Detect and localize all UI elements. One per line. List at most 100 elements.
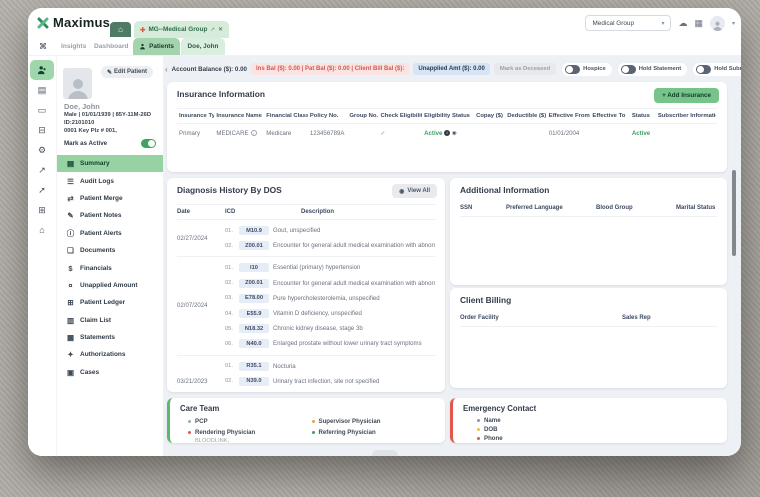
rail-facility-icon[interactable]: ⌂	[30, 220, 54, 240]
claim-list-icon: ▥	[66, 316, 75, 325]
code-index: 05.	[225, 326, 235, 332]
external-link-icon[interactable]: ↗	[210, 27, 215, 33]
command-menu-icon[interactable]: ⌘	[39, 42, 47, 51]
org-select[interactable]: Medical Group ▾	[585, 15, 671, 31]
info-icon[interactable]: i	[251, 130, 257, 136]
tab-patients[interactable]: Patients	[133, 38, 180, 55]
eligibility-status-text: Active	[424, 130, 442, 137]
patient-avatar	[63, 68, 92, 99]
rail-apps-icon[interactable]: ⊞	[30, 200, 54, 220]
sidebar-item-label: Audit Logs	[80, 178, 114, 185]
close-tab-icon[interactable]: ✕	[218, 26, 223, 33]
sidebar-item-label: Statements	[80, 334, 115, 341]
tab-patient-doe-john[interactable]: Doe, John	[181, 38, 225, 55]
sidebar-item-patient-ledger[interactable]: ⊞Patient Ledger	[57, 294, 163, 311]
rail-referrals-icon[interactable]: ➚	[30, 180, 54, 200]
icd-chip[interactable]: Z00.01	[239, 279, 269, 288]
add-insurance-button[interactable]: + Add Insurance	[654, 88, 719, 103]
grid-icon: ⊞	[38, 205, 46, 216]
col-preferred-language: Preferred Language	[506, 205, 596, 211]
nav-row: ⌘ Insights Dashboard Patients Doe, John	[28, 38, 741, 56]
bullet-icon	[477, 419, 480, 422]
rail-archive-icon[interactable]: ⊟	[30, 120, 54, 140]
insurance-header-row: Insurance Type Insurance Name Financial …	[177, 109, 717, 124]
sidebar-item-unapplied-amount[interactable]: ¤Unapplied Amount	[57, 277, 163, 294]
code-row: 03.R79.89Other specified abnormal findin…	[225, 389, 435, 392]
vertical-scrollbar[interactable]	[732, 170, 736, 256]
building-icon: ⌂	[39, 225, 44, 235]
icd-chip[interactable]: E55.9	[239, 309, 269, 318]
sidebar-item-cases[interactable]: ▣Cases	[57, 364, 163, 381]
patient-demographics: Male | 01/01/1939 | 85Y-11M-26D ID:21010…	[64, 112, 160, 127]
diagnosis-group[interactable]: 02/27/2024 01.M10.9Gout, unspecified 02.…	[177, 220, 435, 257]
tab-patients-label: Patients	[149, 43, 174, 50]
icd-chip[interactable]: N39.0	[239, 377, 269, 386]
code-row: 01.M10.9Gout, unspecified	[225, 223, 435, 238]
avatar-caret-icon[interactable]: ▾	[732, 20, 735, 27]
sidebar-item-documents[interactable]: ❏Documents	[57, 242, 163, 259]
cell-financial-class: Medicare	[264, 124, 308, 144]
edit-patient-button[interactable]: ✎ Edit Patient	[101, 66, 153, 78]
code-list: 01.I10Essential (primary) hypertension 0…	[225, 260, 435, 351]
home-tab-button[interactable]: ⌂	[110, 22, 131, 37]
rail-analytics-icon[interactable]: ↗	[30, 160, 54, 180]
code-index: 02.	[225, 243, 235, 249]
hold-submission-toggle[interactable]	[696, 65, 711, 74]
hospice-toggle[interactable]	[565, 65, 580, 74]
additional-info-columns: SSN Preferred Language Blood Group Marit…	[460, 205, 717, 217]
icd-chip[interactable]: M10.9	[239, 226, 269, 235]
icd-chip[interactable]: N18.32	[239, 324, 269, 333]
diagnosis-group[interactable]: 02/07/2024 01.I10Essential (primary) hyp…	[177, 257, 435, 355]
sidebar-item-summary[interactable]: ▤Summary	[57, 155, 163, 172]
icd-chip[interactable]: R35.1	[239, 362, 269, 371]
sidebar-item-financials[interactable]: $Financials	[57, 259, 163, 276]
icd-chip[interactable]: I10	[239, 263, 269, 272]
col-ssn: SSN	[460, 205, 506, 211]
code-row: 06.N40.0Enlarged prostate without lower …	[225, 336, 435, 351]
nav-insights[interactable]: Insights	[61, 43, 86, 50]
cell-policy-no: 123456789A	[308, 124, 347, 144]
col-blood-group: Blood Group	[596, 205, 676, 211]
insurance-row[interactable]: Primary MEDICAREi Medicare 123456789A ✓ …	[177, 124, 717, 144]
mark-active-label: Mark as Active	[64, 140, 107, 147]
additional-info-title: Additional Information	[460, 185, 717, 195]
icd-description: Enlarged prostate without lower urinary …	[273, 340, 435, 347]
cloud-icon[interactable]: ☁	[678, 18, 687, 29]
audit-logs-icon: ☰	[66, 177, 75, 186]
icd-chip[interactable]: E78.00	[239, 294, 269, 303]
col-date: Date	[177, 209, 225, 215]
mark-active-toggle[interactable]	[141, 139, 156, 148]
sidebar-item-claim-list[interactable]: ▥Claim List	[57, 312, 163, 329]
hold-statement-toggle[interactable]	[621, 65, 636, 74]
nav-dashboard[interactable]: Dashboard	[94, 43, 128, 50]
user-avatar[interactable]	[710, 16, 725, 31]
apps-grid-icon[interactable]: ▦	[694, 18, 703, 29]
mark-deceased-button[interactable]: Mark as Deceased	[494, 63, 556, 75]
sidebar-item-authorizations[interactable]: ✦Authorizations	[57, 346, 163, 363]
code-index: 03.	[225, 295, 235, 301]
chevron-left-icon[interactable]: ‹	[165, 65, 168, 74]
eligibility-info-icon[interactable]: i	[444, 130, 450, 136]
icd-chip[interactable]: N40.0	[239, 339, 269, 348]
rail-payment-card-icon[interactable]: ▭	[30, 100, 54, 120]
view-all-button[interactable]: ◉ View All	[392, 184, 437, 198]
sidebar-item-patient-notes[interactable]: ✎Patient Notes	[57, 207, 163, 224]
alert-icon: ⓘ	[66, 228, 75, 239]
diagnosis-group[interactable]: 03/21/2023 01.R35.1Nocturia 02.N39.0Urin…	[177, 356, 435, 393]
hold-submission-label: Hold Submission	[714, 66, 741, 72]
rail-settings-icon[interactable]: ⚙	[30, 140, 54, 160]
eligibility-view-icon[interactable]: ◉	[452, 130, 457, 136]
sidebar-item-patient-merge[interactable]: ⇄Patient Merge	[57, 190, 163, 207]
icd-chip[interactable]: Z00.01	[239, 241, 269, 250]
rail-clipboard-icon[interactable]: ▤	[30, 80, 54, 100]
col-description: Description	[301, 209, 435, 215]
sidebar-item-audit-logs[interactable]: ☰ Audit Logs	[57, 172, 163, 189]
rail-patients-icon[interactable]	[30, 60, 54, 80]
cell-insurance-type: Primary	[177, 124, 214, 144]
workspace-tab[interactable]: ✚ MG--Medical Group ↗ ✕	[134, 21, 229, 38]
insurance-table-wrap[interactable]: Insurance Type Insurance Name Financial …	[177, 108, 717, 143]
check-eligibility-icon[interactable]: ✓	[381, 131, 386, 137]
sidebar-item-patient-alerts[interactable]: ⓘPatient Alerts	[57, 225, 163, 242]
cell-effective-to	[590, 124, 629, 144]
sidebar-item-statements[interactable]: ▦Statements	[57, 329, 163, 346]
